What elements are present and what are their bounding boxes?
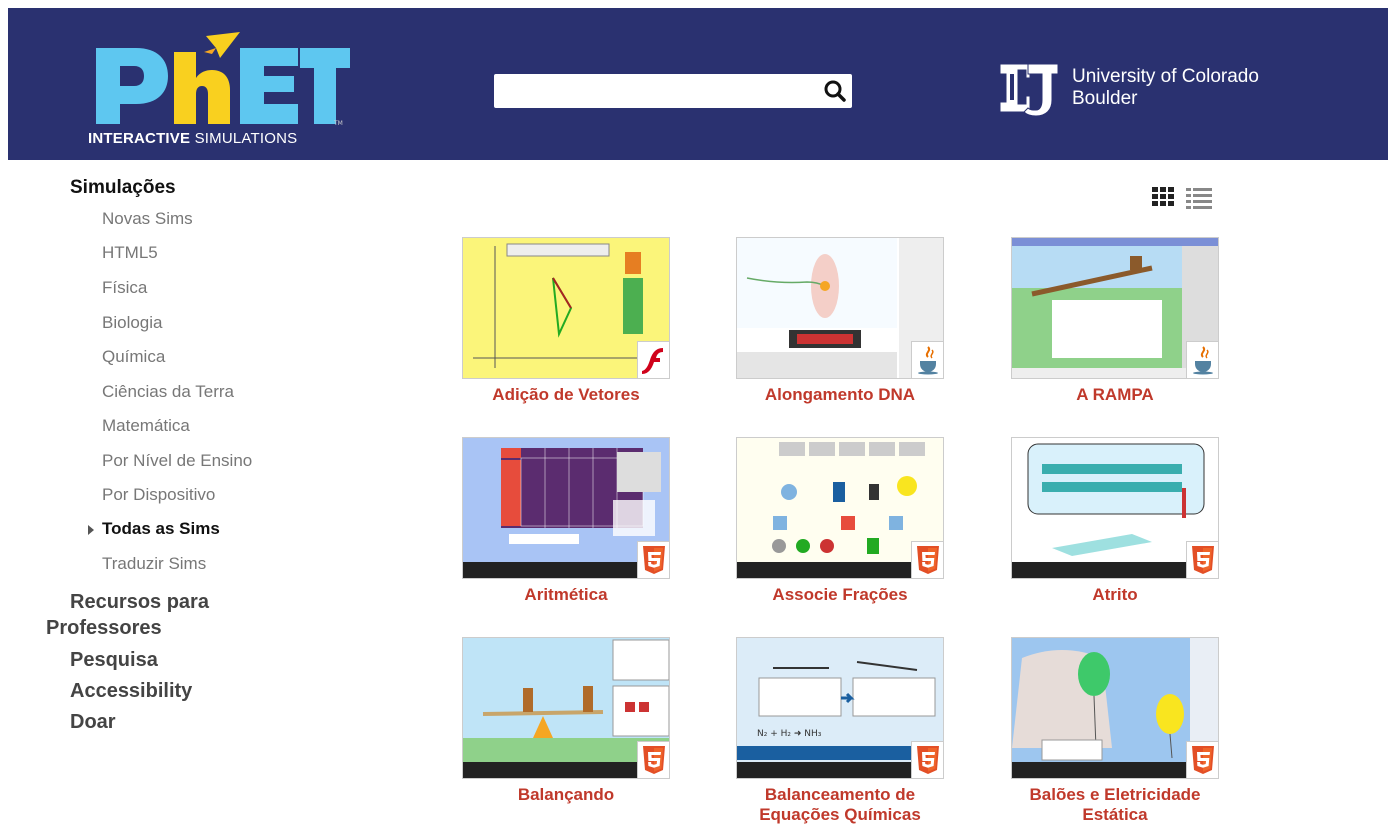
sim-title: Balanceamento de Equações Químicas bbox=[759, 785, 921, 824]
html5-badge bbox=[911, 741, 943, 778]
phet-logo-letters: TM bbox=[96, 32, 350, 127]
sidebar-section-donate[interactable]: Doar bbox=[70, 709, 116, 735]
sidebar-item-new-sims[interactable]: Novas Sims bbox=[102, 209, 193, 229]
sim-title: Atrito bbox=[1092, 585, 1138, 604]
java-badge bbox=[1186, 341, 1218, 378]
sim-title: Balões e Eletricidade Estática bbox=[1029, 785, 1201, 824]
sim-title: Associe Frações bbox=[772, 585, 908, 604]
sim-thumbnail: N₂ + H₂ ➜ NH₃ bbox=[736, 637, 944, 779]
search-box bbox=[494, 74, 852, 108]
flash-icon bbox=[642, 348, 663, 374]
search-icon bbox=[824, 80, 846, 102]
java-badge bbox=[911, 341, 943, 378]
sim-thumbnail bbox=[1011, 437, 1219, 579]
university-name: University of Colorado Boulder bbox=[1072, 66, 1259, 109]
html5-badge bbox=[637, 541, 669, 578]
sidebar-item-by-device[interactable]: Por Dispositivo bbox=[102, 485, 215, 505]
sim-title: Balançando bbox=[517, 785, 615, 804]
html5-icon bbox=[917, 546, 939, 574]
sim-thumbnail bbox=[462, 637, 670, 779]
sim-thumbnail bbox=[462, 237, 670, 379]
site-header: TM INTERACTIVE SIMULATIONS University of… bbox=[8, 8, 1388, 160]
html5-badge bbox=[911, 541, 943, 578]
sim-title: Aritmética bbox=[524, 585, 608, 604]
phet-logo[interactable]: TM INTERACTIVE SIMULATIONS bbox=[88, 32, 350, 152]
html5-icon bbox=[1192, 746, 1214, 774]
search-input[interactable] bbox=[494, 74, 814, 108]
logo-subtitle: INTERACTIVE SIMULATIONS bbox=[88, 130, 298, 147]
sidebar-item-math[interactable]: Matemática bbox=[102, 416, 190, 436]
html5-badge bbox=[1186, 541, 1218, 578]
sim-thumbnail bbox=[736, 237, 944, 379]
html5-icon bbox=[643, 746, 665, 774]
sim-title: Alongamento DNA bbox=[764, 385, 916, 404]
sidebar-heading-simulations[interactable]: Simulações bbox=[70, 177, 176, 199]
html5-icon bbox=[1192, 546, 1214, 574]
sidebar-item-all-sims[interactable]: Todas as Sims bbox=[88, 519, 220, 539]
sidebar-item-translate-sims[interactable]: Traduzir Sims bbox=[102, 554, 206, 574]
search-button[interactable] bbox=[822, 79, 848, 103]
java-icon bbox=[1193, 346, 1213, 375]
svg-text:TM: TM bbox=[333, 120, 343, 127]
sidebar-item-grade-level[interactable]: Por Nível de Ensino bbox=[102, 451, 252, 471]
list-view-icon[interactable] bbox=[1186, 187, 1212, 209]
sim-title: A RAMPA bbox=[1076, 385, 1154, 404]
flash-badge bbox=[637, 341, 669, 378]
sidebar-item-earth-science[interactable]: Ciências da Terra bbox=[102, 382, 234, 402]
sidebar-section-accessibility[interactable]: Accessibility bbox=[70, 678, 192, 704]
sim-thumbnail bbox=[462, 437, 670, 579]
university-logo[interactable]: University of Colorado Boulder bbox=[996, 58, 1259, 118]
sidebar-item-html5[interactable]: HTML5 bbox=[102, 243, 158, 263]
sidebar-item-physics[interactable]: Física bbox=[102, 278, 147, 298]
sim-thumbnail bbox=[736, 437, 944, 579]
grid-view-icon[interactable] bbox=[1152, 187, 1174, 207]
sim-title: Adição de Vetores bbox=[492, 385, 640, 404]
sim-thumbnail bbox=[1011, 637, 1219, 779]
html5-icon bbox=[643, 546, 665, 574]
active-arrow-icon bbox=[88, 525, 94, 535]
sim-thumbnail bbox=[1011, 237, 1219, 379]
java-icon bbox=[918, 346, 938, 375]
cu-logo-icon bbox=[999, 63, 1059, 117]
html5-icon bbox=[917, 746, 939, 774]
sidebar-item-chemistry[interactable]: Química bbox=[102, 347, 165, 367]
svg-text:N₂ + H₂ ➜ NH₃: N₂ + H₂ ➜ NH₃ bbox=[757, 729, 822, 739]
sidebar-item-biology[interactable]: Biologia bbox=[102, 313, 163, 333]
sidebar-section-teacher-resources[interactable]: Recursos para Professores bbox=[46, 589, 209, 641]
html5-badge bbox=[1186, 741, 1218, 778]
sidebar-section-research[interactable]: Pesquisa bbox=[70, 647, 158, 673]
html5-badge bbox=[637, 741, 669, 778]
